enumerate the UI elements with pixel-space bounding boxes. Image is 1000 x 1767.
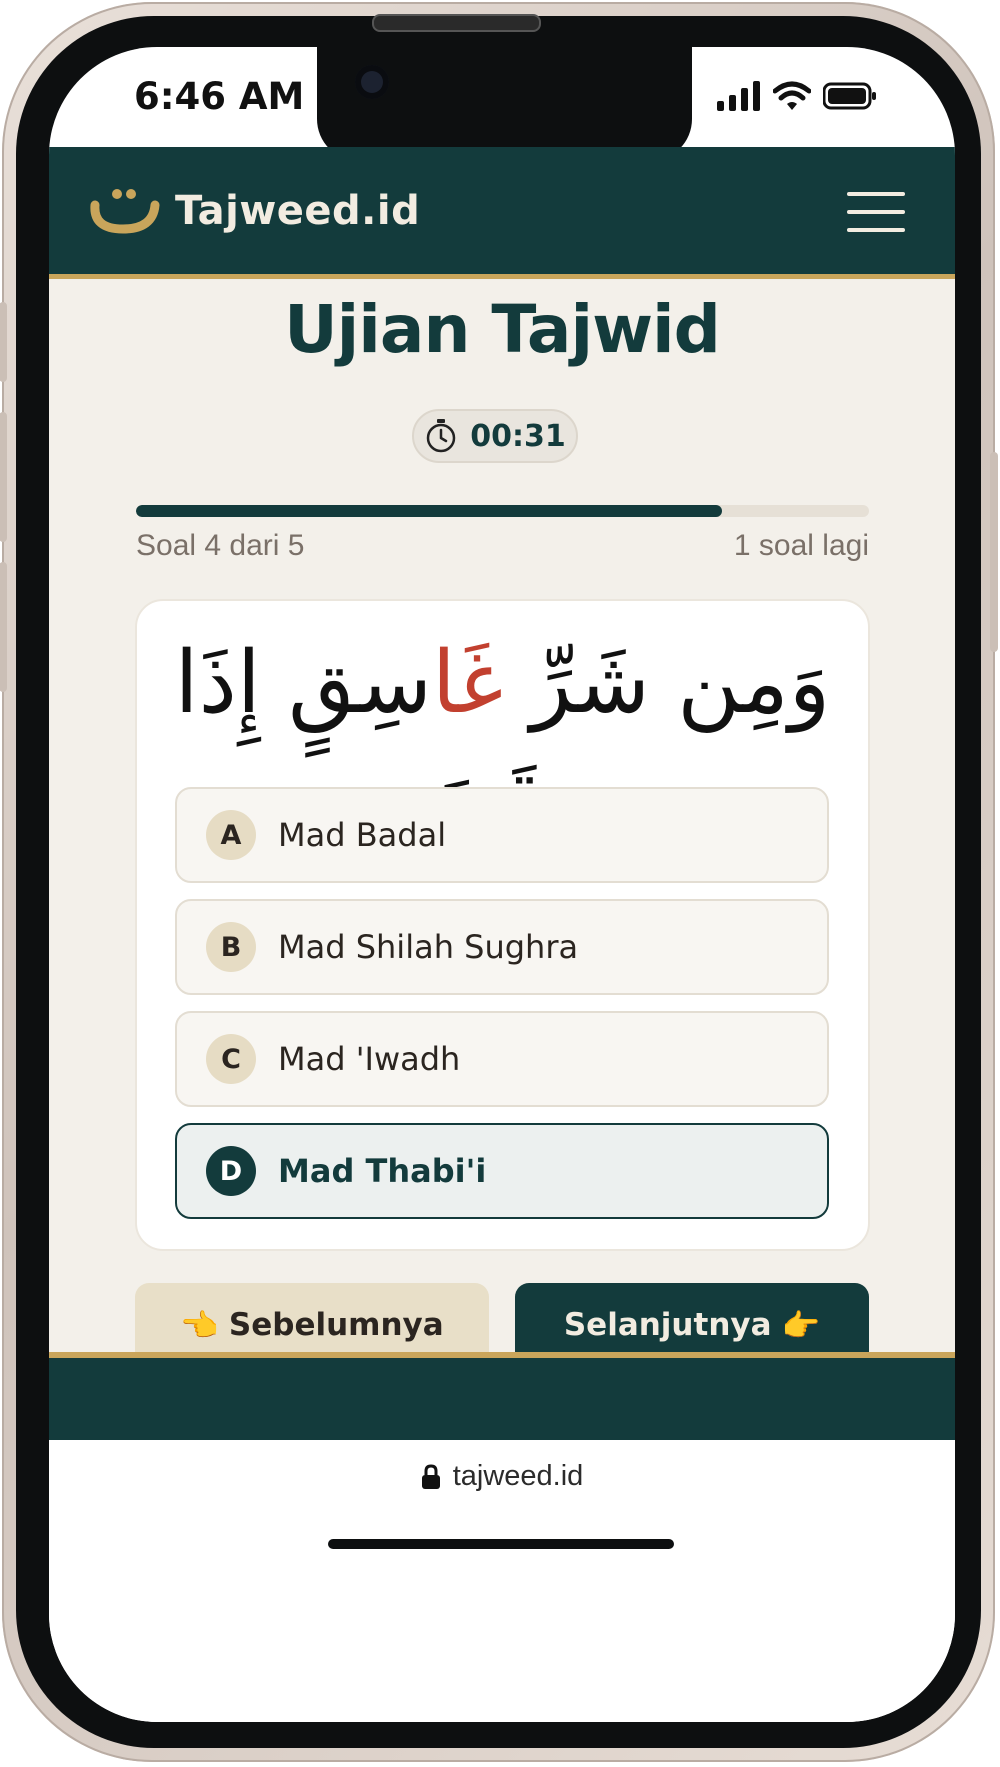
url-text: tajweed.id xyxy=(452,1460,584,1492)
timer-badge: 00:31 xyxy=(412,409,578,463)
progress-fill xyxy=(136,505,723,517)
brand-name: Tajweed.id xyxy=(175,188,421,234)
side-button xyxy=(0,302,7,382)
progress-bar xyxy=(136,505,869,517)
address-bar[interactable]: tajweed.id xyxy=(49,1460,955,1493)
home-indicator[interactable] xyxy=(328,1539,674,1549)
browser-bar: tajweed.id xyxy=(49,1440,955,1722)
phone-screen: 6:46 AM Tajweed.id Ujian Tajwid 00:31 So… xyxy=(49,47,955,1722)
option-letter: D xyxy=(206,1146,256,1196)
option-letter: B xyxy=(206,922,256,972)
status-bar: 6:46 AM xyxy=(49,47,955,161)
option-letter: A xyxy=(206,810,256,860)
stopwatch-icon xyxy=(427,419,456,453)
status-time: 6:46 AM xyxy=(134,75,305,118)
questions-remaining: 1 soal lagi xyxy=(733,529,869,562)
menu-line xyxy=(847,210,905,214)
ayah-text-part: وَمِن شَرِّ xyxy=(503,633,831,733)
volume-up-button xyxy=(0,412,7,542)
front-camera xyxy=(355,65,389,99)
menu-line xyxy=(847,228,905,232)
question-counter: Soal 4 dari 5 xyxy=(136,529,305,562)
quiz-content: Ujian Tajwid 00:31 Soal 4 dari 5 1 soal … xyxy=(49,279,955,1367)
next-button-label: Selanjutnya xyxy=(563,1307,772,1343)
power-button xyxy=(990,452,998,652)
question-card: وَمِن شَرِّ غَاسِقٍ إِذَا وَقَبَ A Mad B… xyxy=(135,599,870,1251)
option-label: Mad Thabi'i xyxy=(278,1152,487,1190)
lock-icon xyxy=(421,1463,440,1489)
ayah-highlight: غَا xyxy=(431,633,504,733)
option-d[interactable]: D Mad Thabi'i xyxy=(175,1123,829,1219)
hamburger-menu-icon[interactable] xyxy=(847,192,905,232)
app-footer xyxy=(49,1352,955,1440)
logo-icon xyxy=(90,189,160,234)
battery-icon xyxy=(823,82,876,110)
option-label: Mad Shilah Sughra xyxy=(278,928,579,966)
option-letter: C xyxy=(206,1034,256,1084)
option-c[interactable]: C Mad 'Iwadh xyxy=(175,1011,829,1107)
volume-down-button xyxy=(0,562,7,692)
app-header: Tajweed.id xyxy=(49,147,955,279)
option-label: Mad Badal xyxy=(278,816,447,854)
status-icons xyxy=(717,81,877,111)
option-b[interactable]: B Mad Shilah Sughra xyxy=(175,899,829,995)
option-label: Mad 'Iwadh xyxy=(278,1040,461,1078)
phone-frame: 6:46 AM Tajweed.id Ujian Tajwid 00:31 So… xyxy=(0,2,998,1762)
pointing-right-icon: 👉 xyxy=(781,1307,821,1344)
signal-icon xyxy=(717,81,760,111)
speaker-grille xyxy=(372,14,541,32)
timer-value: 00:31 xyxy=(470,418,566,454)
logo[interactable]: Tajweed.id xyxy=(89,185,420,237)
menu-line xyxy=(847,192,905,196)
notch xyxy=(317,47,692,161)
previous-button-label: Sebelumnya xyxy=(228,1307,444,1343)
wifi-icon xyxy=(773,81,811,110)
option-a[interactable]: A Mad Badal xyxy=(175,787,829,883)
pointing-left-icon: 👈 xyxy=(180,1307,219,1344)
page-title: Ujian Tajwid xyxy=(284,291,721,368)
